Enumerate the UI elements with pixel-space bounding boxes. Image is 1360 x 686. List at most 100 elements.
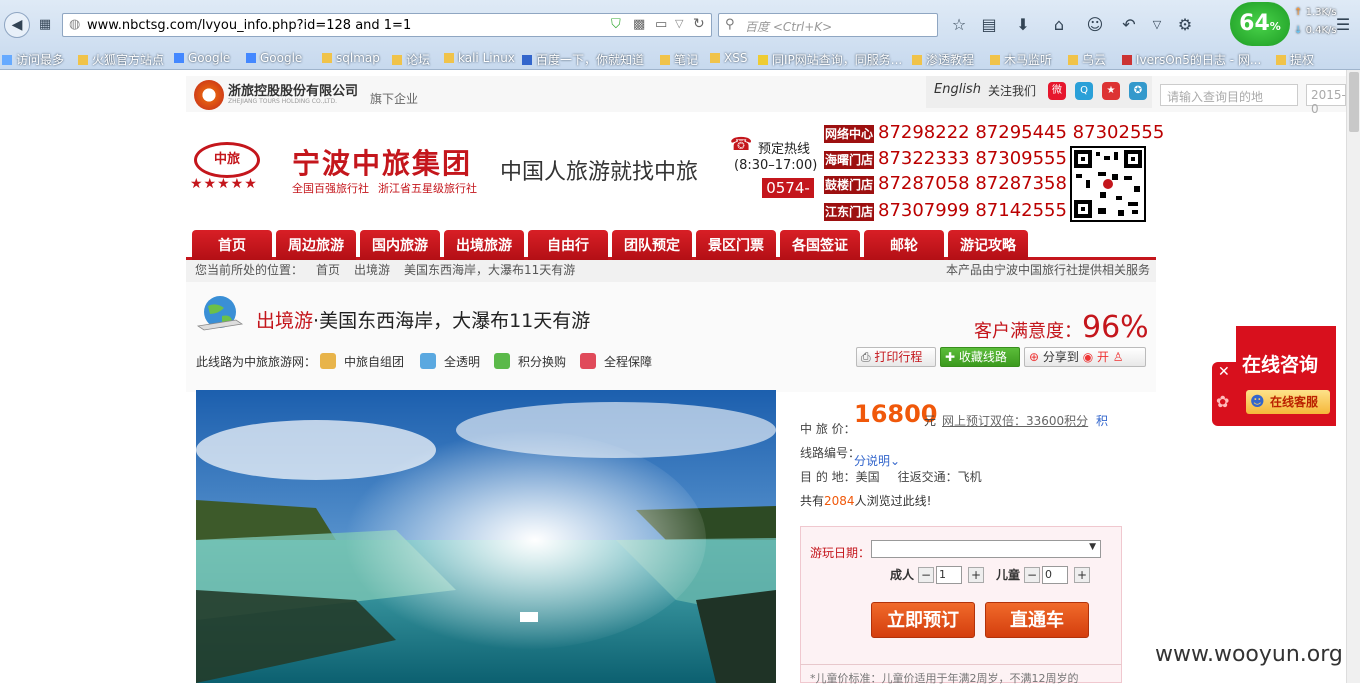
bookmark-item[interactable]: 乌云 — [1068, 51, 1106, 68]
menu-icon[interactable]: ☰ — [1332, 14, 1354, 36]
nav-item[interactable]: 首页 — [192, 230, 272, 260]
tab-list-icon[interactable]: ▦ — [34, 14, 56, 36]
adult-minus-button[interactable]: − — [918, 567, 934, 583]
online-consult-widget[interactable]: 在线咨询 ☻ 在线客服 — [1236, 326, 1336, 426]
bookmark-item[interactable]: 火狐官方站点 — [78, 51, 164, 68]
dest-label: 目 的 地： — [800, 470, 856, 484]
feature-item[interactable]: 积分换购 — [494, 353, 566, 370]
nav-item[interactable]: 景区门票 — [696, 230, 776, 260]
print-button[interactable]: ⎙ 打印行程 — [856, 347, 936, 367]
qq-icon[interactable]: Q — [1075, 82, 1093, 100]
adult-plus-button[interactable]: + — [968, 567, 984, 583]
bookmark-item[interactable]: 访问最多 — [2, 51, 64, 68]
bookmark-item[interactable]: 渗透教程 — [912, 51, 974, 68]
qr-icon[interactable]: ▩ — [633, 17, 645, 32]
breadcrumb-item[interactable]: 首页 — [316, 260, 340, 280]
feature-item[interactable]: 中旅自组团 — [320, 353, 404, 370]
scrollbar-thumb[interactable] — [1349, 72, 1359, 132]
nav-item[interactable]: 游记攻略 — [948, 230, 1028, 260]
area-code: 0574- — [762, 178, 814, 198]
bookmark-item[interactable]: 论坛 — [392, 51, 430, 68]
bookmark-item[interactable]: sqlmap — [322, 51, 380, 65]
child-label: 儿童 — [996, 568, 1021, 582]
phone-row-label: 鼓楼门店 — [824, 176, 874, 194]
share-button[interactable]: ⊕ 分享到 ◉ 开 ♙ — [1024, 347, 1146, 367]
provider-note: 本产品由宁波中国旅行社提供相关服务 — [945, 263, 1150, 277]
bookmark-item[interactable]: 笔记 — [660, 51, 698, 68]
phone-row-numbers: 87307999 87142555 — [878, 200, 1067, 221]
child-minus-button[interactable]: − — [1024, 567, 1040, 583]
star-icon[interactable]: ☆ — [948, 14, 970, 36]
phone-row: 海曙门店 87322333 87309555 — [824, 148, 1067, 170]
points-link[interactable]: 积 — [1096, 412, 1108, 429]
speed-value: 64 — [1239, 11, 1270, 36]
back-button[interactable]: ◀ — [4, 12, 30, 38]
about-link[interactable]: 关注我们 — [988, 82, 1036, 99]
tools-icon[interactable]: ⚙ — [1174, 14, 1196, 36]
brand-subtitle-2: 浙江省五星级旅行社 — [378, 182, 477, 195]
nav-item[interactable]: 国内旅游 — [360, 230, 440, 260]
child-price-note: *儿童价标准：儿童价适用于年满2周岁，不满12周岁的 — [810, 672, 1079, 685]
nav-item[interactable]: 出境旅游 — [444, 230, 524, 260]
feature-item[interactable]: 全透明 — [420, 353, 480, 370]
bookmark-item[interactable]: XSS — [710, 51, 747, 65]
destination-search-input[interactable]: 请输入查询目的地 — [1160, 84, 1298, 106]
bookmark-item[interactable]: Google — [174, 51, 230, 65]
star-badge-icon[interactable]: ★ — [1102, 82, 1120, 100]
breadcrumb-prefix: 您当前所处的位置： — [195, 263, 304, 277]
english-link[interactable]: English — [934, 82, 981, 97]
points-text[interactable]: 网上预订双倍：33600积分 — [942, 412, 1088, 429]
download-icon[interactable]: ⬇ — [1012, 14, 1034, 36]
bookmarks-menu-icon[interactable]: ▤ — [978, 14, 1000, 36]
medal-icon[interactable]: ✪ — [1129, 82, 1147, 100]
home-icon[interactable]: ⌂ — [1048, 14, 1070, 36]
globe-icon: ◍ — [69, 17, 81, 32]
bookmark-item[interactable]: kali Linux — [444, 51, 515, 65]
nav-item[interactable]: 团队预定 — [612, 230, 692, 260]
phone-row-label: 江东门店 — [824, 203, 874, 221]
bookmark-item[interactable]: 同IP网站查询，同服务... — [758, 51, 902, 68]
nav-item[interactable]: 自由行 — [528, 230, 608, 260]
nav-item[interactable]: 各国签证 — [780, 230, 860, 260]
speed-badge[interactable]: 64% — [1230, 2, 1290, 46]
search-icon: ⚲ — [725, 17, 735, 32]
phone-icon: ☎ — [730, 134, 753, 155]
phone-row-numbers: 87322333 87309555 — [878, 148, 1067, 169]
chevron-down-icon[interactable]: ▽ — [1146, 14, 1168, 36]
undo-icon[interactable]: ↶ — [1118, 14, 1140, 36]
reader-icon[interactable]: ▭ — [655, 17, 667, 32]
url-bar[interactable]: ◍ www.nbctsg.com/lvyou_info.php?id=128 a… — [62, 13, 712, 37]
scrollbar[interactable] — [1346, 70, 1360, 683]
dest-value: 美国 — [855, 470, 880, 484]
breadcrumb-item[interactable]: 美国东西海岸，大瀑布11天有游 — [404, 260, 575, 280]
feature-item[interactable]: 全程保障 — [580, 353, 652, 370]
reload-icon[interactable]: ↻ — [693, 16, 705, 32]
nav-item[interactable]: 邮轮 — [864, 230, 944, 260]
date-select[interactable]: ▼ — [871, 540, 1101, 558]
close-icon[interactable]: ✕ — [1218, 364, 1230, 380]
browser-search-box[interactable]: ⚲ 百度 <Ctrl+K> — [718, 13, 938, 37]
explain-link[interactable]: 分说明⌄ — [854, 452, 900, 469]
bookmark-item[interactable]: 木马监听 — [990, 51, 1052, 68]
child-count-input[interactable]: 0 — [1042, 566, 1068, 584]
direct-train-button[interactable]: 直通车 — [985, 602, 1089, 638]
bookmark-item[interactable]: 百度一下，你就知道 — [522, 51, 644, 68]
brand-name: 宁波中旅集团 — [292, 147, 473, 180]
adult-count-input[interactable]: 1 — [936, 566, 962, 584]
consult-tab[interactable]: ✕ ✿ — [1212, 362, 1236, 426]
nav-item[interactable]: 周边旅游 — [276, 230, 356, 260]
child-plus-button[interactable]: + — [1074, 567, 1090, 583]
breadcrumb-item[interactable]: 出境游 — [354, 260, 390, 280]
online-service-button[interactable]: ☻ 在线客服 — [1246, 390, 1330, 414]
dropdown-icon[interactable]: ▽ — [675, 17, 683, 30]
chat-icon[interactable]: ☺ — [1084, 14, 1106, 36]
weibo-icon[interactable]: 微 — [1048, 82, 1066, 100]
book-now-button[interactable]: 立即预订 — [871, 602, 975, 638]
bookmark-item[interactable]: 提权 — [1276, 51, 1314, 68]
favorite-button[interactable]: ✚ 收藏线路 — [940, 347, 1020, 367]
bookmark-item[interactable]: IversOn5的日志 - 网... — [1122, 51, 1261, 68]
bookmark-item[interactable]: Google — [246, 51, 302, 65]
qr-code-image — [1070, 146, 1146, 222]
hotline-label: 预定热线 — [758, 142, 811, 157]
date-input[interactable]: 2015-0 — [1306, 84, 1346, 116]
